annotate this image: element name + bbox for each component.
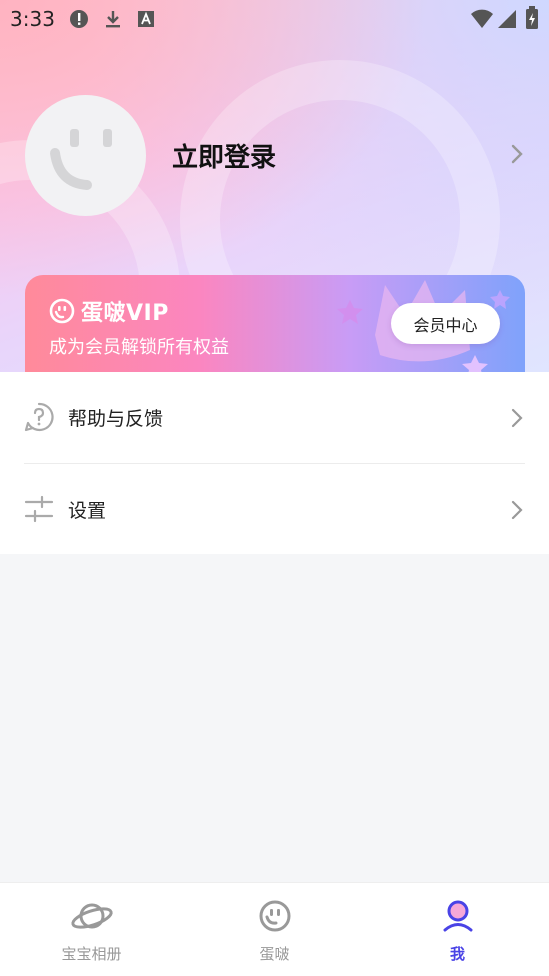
- settings-menu: 帮助与反馈 设置: [0, 372, 549, 554]
- vip-subtitle: 成为会员解锁所有权益: [49, 337, 229, 358]
- chevron-right-icon: [510, 500, 524, 524]
- signal-icon: [497, 9, 517, 33]
- status-bar: 3:33: [0, 0, 549, 38]
- font-icon: [136, 8, 156, 34]
- login-row[interactable]: 立即登录: [0, 95, 549, 217]
- nav-tab-baby-album[interactable]: 宝宝相册: [0, 883, 183, 976]
- login-label[interactable]: 立即登录: [172, 137, 276, 174]
- wifi-icon: [470, 9, 494, 33]
- help-icon: [24, 402, 54, 436]
- nav-label: 蛋啵: [259, 945, 290, 963]
- alert-icon: [68, 8, 90, 34]
- planet-icon: [70, 899, 114, 937]
- member-center-button[interactable]: 会员中心: [391, 303, 500, 344]
- chevron-right-icon: [510, 408, 524, 432]
- menu-item-settings[interactable]: 设置: [0, 464, 549, 555]
- status-time: 3:33: [10, 7, 55, 31]
- smiley-logo-icon: [49, 298, 75, 324]
- smiley-icon: [258, 899, 292, 937]
- chevron-right-icon: [510, 143, 524, 169]
- vip-logo: 蛋啵VIP: [49, 295, 169, 327]
- nav-tab-me[interactable]: 我: [366, 883, 549, 976]
- avatar[interactable]: [25, 95, 146, 216]
- settings-sliders-icon: [24, 494, 54, 528]
- vip-brand: 蛋啵VIP: [81, 301, 169, 326]
- vip-banner[interactable]: 蛋啵VIP 成为会员解锁所有权益 会员中心: [25, 275, 525, 385]
- menu-item-label: 帮助与反馈: [68, 408, 164, 430]
- menu-item-help-feedback[interactable]: 帮助与反馈: [0, 372, 549, 464]
- menu-item-label: 设置: [68, 500, 107, 522]
- download-icon: [102, 8, 124, 34]
- battery-icon: [525, 6, 539, 34]
- bottom-navigation: 宝宝相册 蛋啵 我: [0, 882, 549, 976]
- profile-icon: [441, 899, 475, 937]
- nav-label: 宝宝相册: [61, 945, 122, 963]
- nav-label: 我: [449, 945, 465, 963]
- smiley-avatar-icon: [50, 129, 112, 190]
- nav-tab-danbo[interactable]: 蛋啵: [183, 883, 366, 976]
